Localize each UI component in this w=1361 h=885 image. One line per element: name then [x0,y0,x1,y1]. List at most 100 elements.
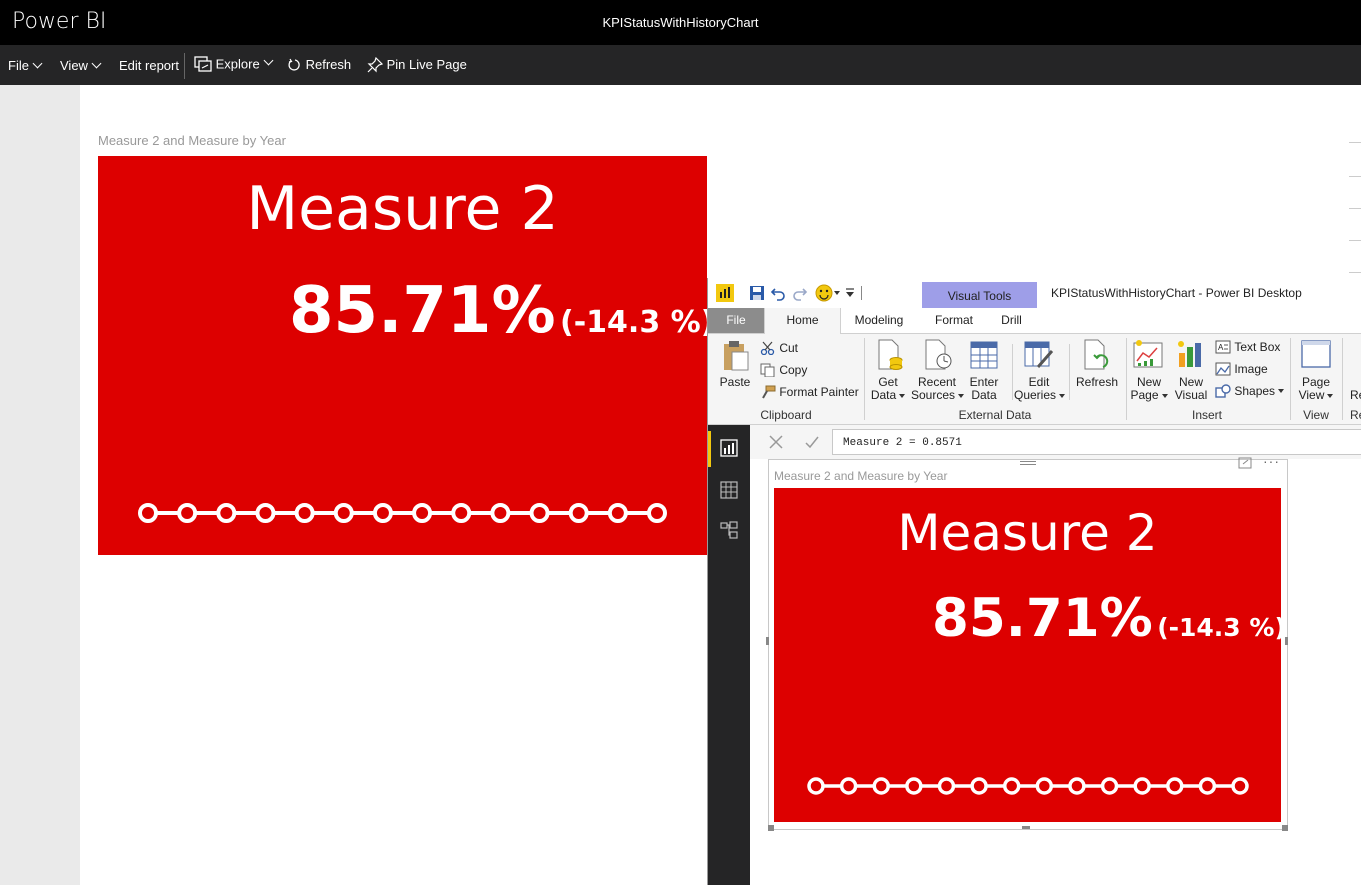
format-painter-icon [762,385,776,399]
resize-handle[interactable] [1282,825,1288,831]
ribbon-refresh-label: Refresh [1075,375,1119,389]
history-point [490,503,511,523]
title-bar: Power BI KPIStatusWithHistoryChart [0,0,1361,45]
toolbar-separator [861,286,862,300]
customize-toolbar-icon[interactable] [846,288,854,298]
enter-data-label: Enter Data [966,376,1002,402]
chevron-down-icon [1278,388,1285,393]
kpi-card[interactable]: Measure 2 85.71% (-14.3 %) [98,156,707,555]
chevron-down-icon [899,393,906,398]
recent-sources-label: Recent Sources [911,375,965,402]
data-view-icon[interactable] [720,481,738,499]
pin-live-page-button[interactable]: Pin Live Page [367,56,467,73]
history-point [451,503,472,523]
smiley-icon[interactable] [815,284,833,302]
history-point [294,503,315,523]
image-button[interactable]: Image [1215,361,1268,376]
history-point [255,503,276,523]
cancel-icon[interactable] [768,434,784,450]
get-data-label-1: Get [878,375,898,389]
ribbon-tabs: File Home Modeling Format Drill [708,308,1361,334]
tab-home[interactable]: Home [764,308,841,334]
undo-icon[interactable] [770,285,786,301]
new-page-label-1: New [1136,375,1161,389]
view-menu-label: View [60,58,88,73]
divider [1349,240,1361,241]
resize-handle[interactable] [768,825,774,831]
resize-handle[interactable] [1022,826,1030,829]
new-visual-label-2: Visual [1174,388,1208,402]
cut-button[interactable]: Cut [760,340,798,355]
visual-tools-tab: Visual Tools [922,282,1037,308]
copy-label: Copy [779,362,808,377]
text-box-icon: A [1215,340,1231,354]
history-point [1100,777,1119,795]
focus-mode-icon[interactable] [1238,457,1252,469]
file-menu-label: File [8,58,29,73]
tab-format[interactable]: Format [922,308,986,333]
desktop-visual-title: Measure 2 and Measure by Year [774,469,948,483]
paste-label: Paste [719,375,751,389]
refresh-icon [1084,339,1109,370]
get-data-icon [878,339,903,370]
cut-off-ribbon-label: Re [1350,388,1361,402]
history-point [333,503,354,523]
tab-modeling[interactable]: Modeling [844,308,914,333]
desktop-window: Visual Tools KPIStatusWithHistoryChart -… [707,278,1361,885]
divider [1349,176,1361,177]
file-menu[interactable]: File [8,58,43,73]
pin-icon [367,56,384,73]
history-point [1166,777,1184,795]
text-box-label: Text Box [1234,339,1281,354]
left-pane [0,85,80,885]
drag-handle[interactable] [1020,461,1036,465]
formula-input[interactable]: Measure 2 = 0.8571 [832,429,1361,455]
visual-title: Measure 2 and Measure by Year [98,133,286,148]
copy-button[interactable]: Copy [760,362,808,378]
chevron-down-icon [958,393,965,398]
explore-menu[interactable]: Explore [194,55,274,73]
history-point [529,503,550,523]
scissors-icon [760,341,775,355]
explore-label: Explore [215,56,260,72]
desktop-canvas: ··· Measure 2 and Measure by Year Measur… [750,453,1361,885]
view-navbar [708,425,750,885]
commit-icon[interactable] [804,434,820,450]
history-point [1002,777,1021,795]
window-title: KPIStatusWithHistoryChart - Power BI Des… [1051,286,1302,300]
desktop-kpi-card[interactable]: Measure 2 85.71% (-14.3 %) [774,488,1281,822]
chevron-down-icon [1059,393,1066,398]
shapes-icon [1215,384,1231,398]
more-options-icon[interactable]: ··· [1263,453,1280,469]
shapes-label: Shapes [1234,383,1276,398]
chevron-down-icon[interactable] [834,291,840,296]
menu-bar: File View Edit report Explore Refresh Pi… [0,45,1361,85]
tab-drill[interactable]: Drill [986,308,1037,333]
report-view-icon[interactable] [720,439,738,457]
pin-live-page-label: Pin Live Page [386,57,467,73]
group-separator [1342,338,1343,420]
page-view-label: Page View [1294,376,1338,402]
save-icon[interactable] [749,285,765,301]
format-painter-label: Format Painter [779,384,859,399]
recent-sources-label-1: Recent [917,375,957,389]
relationships-view-icon[interactable] [720,521,738,539]
tab-file[interactable]: File [708,308,764,333]
text-box-button[interactable]: A Text Box [1215,339,1280,354]
format-painter-button[interactable]: Format Painter [760,384,859,399]
divider [1349,272,1361,273]
new-visual-label-1: New [1178,375,1203,389]
edit-queries-label-2: Queries [1014,388,1057,402]
redo-icon[interactable] [792,285,808,301]
refresh-label: Refresh [305,57,352,73]
history-point [1068,777,1086,795]
refresh-button[interactable]: Refresh [288,56,351,72]
resize-handle[interactable] [1285,637,1288,645]
resize-handle[interactable] [766,637,769,645]
edit-report-button[interactable]: Edit report [119,58,179,73]
history-point [647,503,667,523]
history-point [839,777,858,795]
image-icon [1215,362,1231,376]
shapes-button[interactable]: Shapes [1215,383,1285,398]
view-menu[interactable]: View [60,58,102,73]
